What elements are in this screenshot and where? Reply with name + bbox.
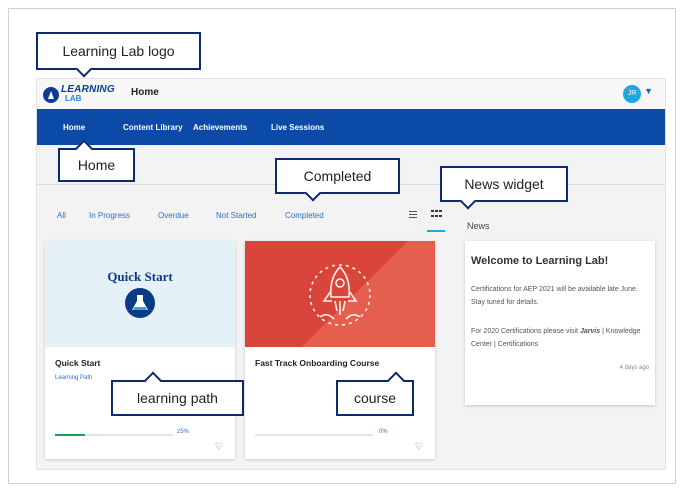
- callout-logo: Learning Lab logo: [36, 32, 201, 78]
- learning-path-card[interactable]: Quick Start Quick Start Learning Path 25…: [45, 241, 235, 459]
- card-type-label: Learning Path: [55, 375, 93, 381]
- card-title[interactable]: Quick Start: [55, 358, 100, 368]
- filter-overdue[interactable]: Overdue: [158, 211, 189, 220]
- heart-icon[interactable]: ♡: [415, 441, 423, 452]
- grid-view-icon[interactable]: [430, 209, 442, 219]
- card-image-title: Quick Start: [107, 269, 173, 284]
- news-timestamp: 4 days ago: [619, 365, 649, 371]
- callout-learning-path-text: learning path: [137, 390, 218, 406]
- learning-lab-logo[interactable]: LEARNING LAB: [43, 84, 125, 106]
- top-bar: LEARNING LAB Home JR ▼: [37, 79, 665, 109]
- nav-content-library[interactable]: Content Library: [123, 123, 183, 132]
- filter-in-progress[interactable]: In Progress: [89, 211, 130, 220]
- rocket-icon: [309, 264, 371, 326]
- callout-home: Home: [58, 139, 135, 182]
- nav-achievements[interactable]: Achievements: [193, 123, 247, 132]
- list-view-icon[interactable]: [407, 209, 419, 219]
- logo-text-bottom: LAB: [65, 94, 82, 103]
- filter-all[interactable]: All: [57, 211, 66, 220]
- news-paragraph-1: Certifications for AEP 2021 will be avai…: [471, 286, 638, 306]
- jarvis-link[interactable]: Jarvis: [580, 328, 600, 335]
- progress-bar: [55, 434, 173, 436]
- callout-news-widget: News widget: [440, 166, 568, 210]
- logo-icon: [43, 87, 59, 103]
- progress-percent: 0%: [379, 429, 388, 435]
- card-image: [245, 241, 435, 347]
- user-avatar[interactable]: JR: [623, 85, 641, 103]
- callout-course-text: course: [353, 390, 397, 406]
- progress-fill: [55, 434, 85, 436]
- filter-completed[interactable]: Completed: [285, 211, 324, 220]
- chevron-down-icon[interactable]: ▼: [644, 86, 653, 96]
- callout-course: course: [336, 371, 414, 416]
- callout-learning-path: learning path: [111, 371, 244, 416]
- callout-home-text: Home: [77, 157, 116, 173]
- nav-home[interactable]: Home: [63, 123, 85, 132]
- callout-completed: Completed: [275, 158, 400, 202]
- nav-live-sessions[interactable]: Live Sessions: [271, 123, 324, 132]
- active-view-indicator: [427, 230, 445, 232]
- news-title: Welcome to Learning Lab!: [471, 255, 609, 267]
- callout-completed-text: Completed: [303, 168, 372, 184]
- news-paragraph-2: For 2020 Certifications please visit Jar…: [471, 325, 651, 351]
- flask-icon: [125, 288, 155, 318]
- card-title[interactable]: Fast Track Onboarding Course: [255, 358, 379, 368]
- card-image: Quick Start: [45, 241, 235, 347]
- news-widget: Welcome to Learning Lab! Certifications …: [465, 241, 655, 405]
- main-nav: Home Content Library Achievements Live S…: [37, 109, 665, 145]
- news-paragraph-2-prefix: For 2020 Certifications please visit: [471, 328, 580, 335]
- heart-icon[interactable]: ♡: [215, 441, 223, 452]
- callout-logo-text: Learning Lab logo: [62, 43, 175, 59]
- app-title: Home: [131, 87, 159, 98]
- progress-bar: [255, 434, 373, 436]
- progress-percent: 25%: [177, 429, 190, 435]
- filter-not-started[interactable]: Not Started: [216, 211, 256, 220]
- news-label: News: [467, 221, 490, 231]
- callout-news-widget-text: News widget: [464, 176, 544, 192]
- course-card[interactable]: Fast Track Onboarding Course 0% ♡: [245, 241, 435, 459]
